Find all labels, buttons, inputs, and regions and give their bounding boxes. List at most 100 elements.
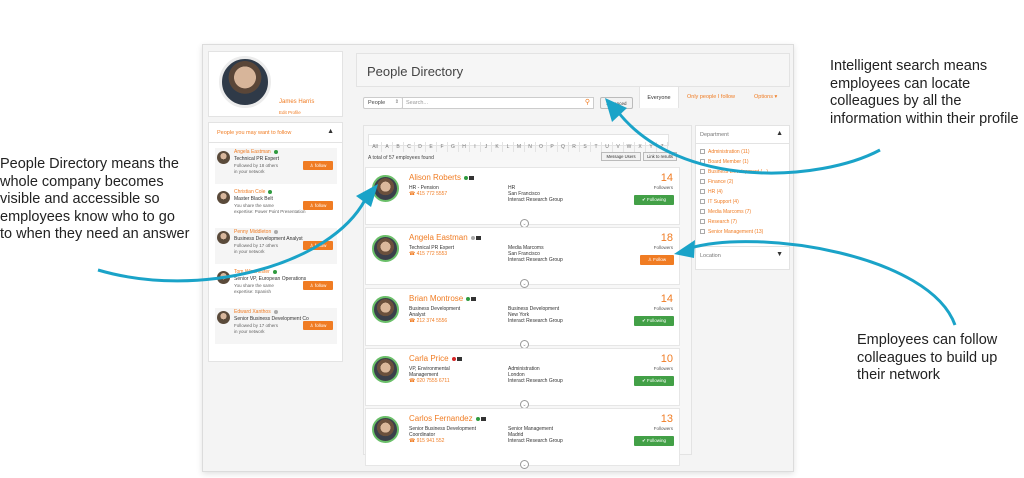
suggestion-follow-button[interactable]: ♙ follow — [303, 201, 333, 210]
letter-filter-i[interactable]: I — [470, 142, 481, 152]
department-option[interactable]: Administration (11) — [700, 149, 788, 159]
collapse-chevron-icon[interactable]: ▲ — [327, 128, 334, 135]
mail-icon[interactable] — [475, 236, 481, 240]
letter-filter-j[interactable]: J — [481, 142, 492, 152]
letter-filter-f[interactable]: F — [437, 142, 448, 152]
suggestion-follow-button[interactable]: ♙ follow — [303, 161, 333, 170]
following-button[interactable]: ✔ Following — [634, 195, 674, 205]
letter-filter-all[interactable]: All — [369, 142, 382, 152]
letter-filter-m[interactable]: M — [514, 142, 525, 152]
department-option[interactable]: Research (7) — [700, 219, 788, 229]
letter-filter-x[interactable]: X — [635, 142, 646, 152]
mail-icon[interactable] — [480, 417, 486, 421]
expand-chevron-icon[interactable]: ⌄ — [520, 279, 529, 288]
checkbox[interactable] — [700, 219, 705, 225]
letter-filter-o[interactable]: O — [536, 142, 547, 152]
letter-filter-k[interactable]: K — [492, 142, 503, 152]
person-name[interactable]: Alison Roberts — [409, 173, 475, 182]
person-phone[interactable]: ☎ 415 772 5553 — [409, 251, 504, 257]
profile-name[interactable]: James Harris — [279, 99, 314, 105]
checkbox[interactable] — [700, 229, 705, 235]
suggestion-name[interactable]: Penny Middleton — [234, 229, 279, 235]
letter-filter-g[interactable]: G — [448, 142, 459, 152]
suggestion-follow-button[interactable]: ♙ follow — [303, 321, 333, 330]
letter-filter-p[interactable]: P — [547, 142, 558, 152]
edit-profile-link[interactable]: Edit Profile — [279, 110, 301, 115]
department-option[interactable]: HR (4) — [700, 189, 788, 199]
checkbox[interactable] — [700, 199, 705, 205]
letter-filter-a[interactable]: A — [382, 142, 393, 152]
department-collapse-icon[interactable]: ▲ — [776, 130, 783, 137]
checkbox[interactable] — [700, 209, 705, 215]
suggestion-avatar[interactable] — [217, 271, 230, 284]
department-option[interactable]: Senior Management (13) — [700, 229, 788, 239]
department-option[interactable]: Board Member (1) — [700, 159, 788, 169]
person-avatar[interactable] — [372, 416, 399, 443]
letter-filter-n[interactable]: N — [525, 142, 536, 152]
suggestion-avatar[interactable] — [217, 311, 230, 324]
department-header[interactable]: Department ▲ — [696, 126, 789, 144]
tab-only-people-i-follow[interactable]: Only people I follow — [687, 94, 735, 100]
checkbox[interactable] — [700, 179, 705, 185]
letter-filter-l[interactable]: L — [503, 142, 514, 152]
person-avatar[interactable] — [372, 235, 399, 262]
mail-icon[interactable] — [456, 357, 462, 361]
suggestion-avatar[interactable] — [217, 191, 230, 204]
suggestion-follow-button[interactable]: ♙ follow — [303, 241, 333, 250]
message-users-button[interactable]: Message Users — [601, 152, 641, 161]
department-option[interactable]: Finance (2) — [700, 179, 788, 189]
checkbox[interactable] — [700, 149, 705, 155]
advanced-search-button[interactable]: Advanced — [600, 97, 633, 109]
person-name[interactable]: Brian Montrose — [409, 294, 477, 303]
suggestion-name[interactable]: Tom Winchester — [234, 269, 277, 275]
search-icon[interactable]: ⚲ — [585, 98, 590, 106]
checkbox[interactable] — [700, 159, 705, 165]
letter-filter-c[interactable]: C — [404, 142, 415, 152]
mail-icon[interactable] — [471, 297, 477, 301]
person-phone[interactable]: ☎ 415 772 5557 — [409, 191, 504, 197]
letter-filter-v[interactable]: V — [613, 142, 624, 152]
suggestion-avatar[interactable] — [217, 231, 230, 244]
location-header[interactable]: Location ▼ — [696, 246, 789, 264]
search-input[interactable]: Search... ⚲ — [402, 97, 594, 109]
letter-filter-e[interactable]: E — [426, 142, 437, 152]
person-avatar[interactable] — [372, 296, 399, 323]
department-option[interactable]: IT Support (4) — [700, 199, 788, 209]
letter-filter-r[interactable]: R — [569, 142, 580, 152]
location-expand-icon[interactable]: ▼ — [776, 251, 783, 258]
person-avatar[interactable] — [372, 175, 399, 202]
person-name[interactable]: Angela Eastman — [409, 233, 481, 242]
following-button[interactable]: ✔ Following — [634, 376, 674, 386]
letter-filter-t[interactable]: T — [591, 142, 602, 152]
person-phone[interactable]: ☎ 212 374 5556 — [409, 318, 504, 324]
letter-filter-y[interactable]: Y — [646, 142, 657, 152]
suggestion-follow-button[interactable]: ♙ follow — [303, 281, 333, 290]
person-phone[interactable]: ☎ 915 941 552 — [409, 438, 504, 444]
person-phone[interactable]: ☎ 020 7555 6711 — [409, 378, 504, 384]
suggestion-name[interactable]: Christian Cole — [234, 189, 273, 195]
suggestions-header[interactable]: People you may want to follow ▲ — [209, 123, 342, 143]
checkbox[interactable] — [700, 169, 705, 175]
letter-filter-u[interactable]: U — [602, 142, 613, 152]
options-menu[interactable]: Options ▾ — [754, 94, 777, 100]
profile-avatar[interactable] — [219, 56, 271, 108]
person-name[interactable]: Carla Price — [409, 354, 462, 363]
person-name[interactable]: Carlos Fernandez — [409, 414, 486, 423]
link-to-results-button[interactable]: Link to results — [643, 152, 677, 161]
checkbox[interactable] — [700, 189, 705, 195]
suggestion-name[interactable]: Edward Xanthos — [234, 309, 278, 315]
mail-icon[interactable] — [469, 176, 475, 180]
person-avatar[interactable] — [372, 356, 399, 383]
suggestion-avatar[interactable] — [217, 151, 230, 164]
letter-filter-b[interactable]: B — [393, 142, 404, 152]
letter-filter-d[interactable]: D — [415, 142, 426, 152]
letter-filter-w[interactable]: W — [624, 142, 635, 152]
expand-chevron-icon[interactable]: ⌄ — [520, 460, 529, 469]
suggestion-name[interactable]: Angela Eastman — [234, 149, 278, 155]
letter-filter-h[interactable]: H — [459, 142, 470, 152]
search-type-select[interactable]: People ⇕ — [363, 97, 403, 109]
following-button[interactable]: ✔ Following — [634, 316, 674, 326]
following-button[interactable]: ✔ Following — [634, 436, 674, 446]
tab-everyone[interactable]: Everyone — [639, 86, 679, 108]
follow-button[interactable]: ♙ Follow — [640, 255, 674, 265]
